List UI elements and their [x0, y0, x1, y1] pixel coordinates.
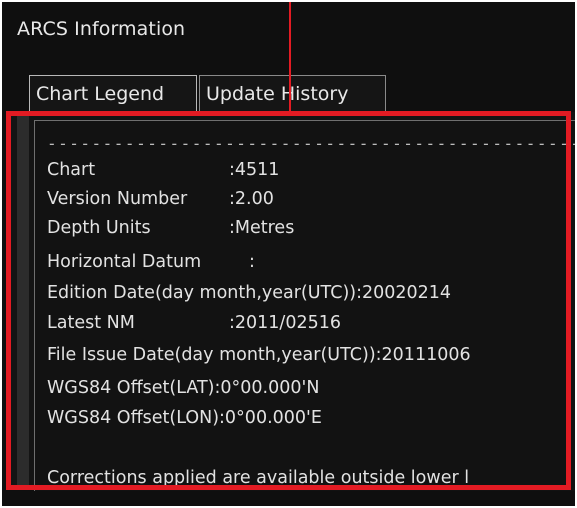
legend-label-chart: Chart [47, 160, 96, 180]
panel-scroll-gutter [17, 112, 29, 490]
legend-label-wgs84-offset-lat: WGS84 Offset(LAT):0°00.000'N [47, 378, 320, 398]
legend-label-horizontal-datum: Horizontal Datum [47, 252, 202, 272]
legend-label-latest-nm: Latest NM [47, 313, 135, 333]
legend-value-depth-units: :Metres [229, 218, 295, 238]
legend-label-file-issue-date: File Issue Date(day month,year(UTC)):201… [47, 345, 471, 365]
legend-row-wgs84-offset-lon: WGS84 Offset(LON):0°00.000'E [47, 408, 322, 428]
legend-value-horizontal-datum: : [249, 252, 255, 272]
highlight-pointer-line [289, 0, 291, 112]
legend-value-chart: :4511 [229, 160, 280, 180]
legend-row-depth-units: Depth Units :Metres [47, 218, 294, 238]
legend-value-latest-nm: :2011/02516 [229, 313, 341, 333]
legend-row-wgs84-offset-lat: WGS84 Offset(LAT):0°00.000'N [47, 378, 319, 398]
tab-update-history[interactable]: Update History [199, 75, 386, 113]
arcs-information-window: ARCS Information Chart Legend Update His… [0, 0, 577, 508]
legend-row-chart: Chart :4511 [47, 160, 279, 180]
window-title: ARCS Information [17, 18, 186, 40]
legend-label-wgs84-offset-lon: WGS84 Offset(LON):0°00.000'E [47, 408, 322, 428]
tab-chart-legend[interactable]: Chart Legend [29, 75, 197, 113]
legend-label-edition-date: Edition Date(day month,year(UTC)):200202… [47, 283, 452, 303]
corrections-note: Corrections applied are available outsid… [47, 468, 470, 488]
legend-label-depth-units: Depth Units [47, 218, 151, 238]
legend-row-file-issue-date: File Issue Date(day month,year(UTC)):201… [47, 345, 471, 365]
legend-row-version-number: Version Number :2.00 [47, 189, 274, 209]
legend-row-latest-nm: Latest NM :2011/02516 [47, 313, 341, 333]
legend-text-area [34, 120, 577, 491]
legend-label-version-number: Version Number [47, 189, 188, 209]
legend-separator: ----------------------------------------… [47, 134, 577, 153]
legend-value-version-number: :2.00 [229, 189, 274, 209]
legend-row-horizontal-datum: Horizontal Datum : [47, 252, 255, 272]
legend-row-edition-date: Edition Date(day month,year(UTC)):200202… [47, 283, 451, 303]
